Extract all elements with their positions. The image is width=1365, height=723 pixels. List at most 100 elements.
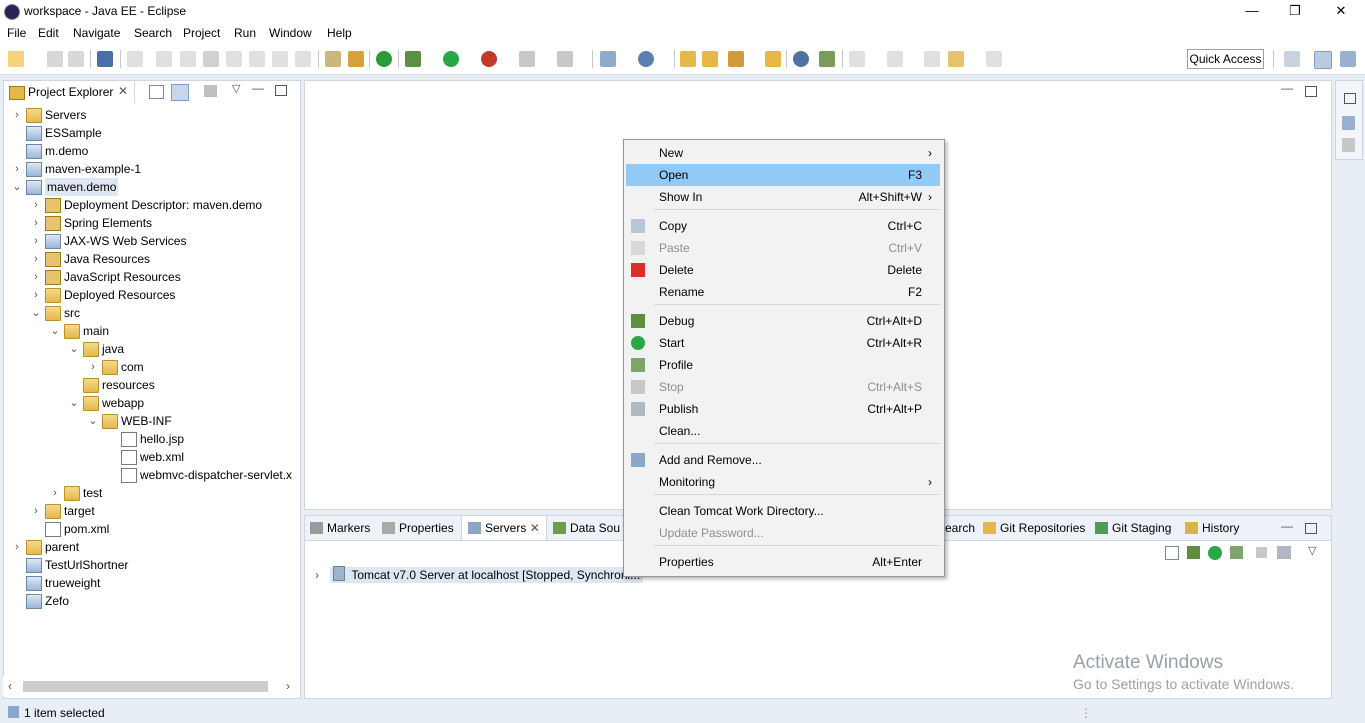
step-into-icon[interactable] xyxy=(249,51,265,67)
view-menu-icon[interactable]: ▽ xyxy=(1308,544,1316,557)
globe-icon[interactable] xyxy=(793,51,809,67)
expand-arrow-icon[interactable]: › xyxy=(12,160,22,178)
collapse-arrow-icon[interactable]: ⌄ xyxy=(69,394,79,412)
collapse-arrow-icon[interactable]: ⌄ xyxy=(31,304,41,322)
expand-arrow-icon[interactable]: › xyxy=(31,502,41,520)
open-type-icon[interactable] xyxy=(680,51,696,67)
menu-search[interactable]: Search xyxy=(134,26,172,40)
terminate-icon[interactable] xyxy=(203,51,219,67)
tree-item[interactable]: ESSample xyxy=(4,124,300,142)
use-step-filters-icon[interactable] xyxy=(348,51,364,67)
restore-icon[interactable] xyxy=(1344,93,1356,104)
last-edit-icon[interactable] xyxy=(924,51,940,67)
publish-server-icon[interactable] xyxy=(1277,546,1291,559)
restore-button[interactable]: ❐ xyxy=(1281,2,1309,20)
menu-navigate[interactable]: Navigate xyxy=(73,26,120,40)
save-all-icon[interactable] xyxy=(68,51,84,67)
tree-item[interactable]: › test xyxy=(4,484,300,502)
next-annotation-icon[interactable] xyxy=(849,51,865,67)
quick-access-input[interactable]: Quick Access xyxy=(1187,49,1264,69)
tree-item[interactable]: › Java Resources xyxy=(4,250,300,268)
task-list-icon[interactable] xyxy=(1342,138,1355,152)
menu-edit[interactable]: Edit xyxy=(38,26,59,40)
menu-item-publish[interactable]: Publish Ctrl+Alt+P xyxy=(626,398,940,420)
collapse-all-icon[interactable] xyxy=(149,85,164,99)
tab-history[interactable]: History xyxy=(1185,521,1239,535)
debug-server-icon[interactable] xyxy=(1187,546,1200,559)
new-java-class-icon[interactable] xyxy=(638,51,654,67)
scrollbar-thumb[interactable] xyxy=(23,681,268,692)
collapse-all-icon[interactable] xyxy=(1165,546,1179,560)
close-view-icon[interactable]: ✕ xyxy=(118,84,128,98)
menu-item-show-in[interactable]: Show In Alt+Shift+W › xyxy=(626,186,940,208)
minimize-panel-icon[interactable]: — xyxy=(1281,519,1293,533)
previous-annotation-icon[interactable] xyxy=(887,51,903,67)
filter-icon[interactable] xyxy=(204,85,217,97)
menu-item-rename[interactable]: Rename F2 xyxy=(626,281,940,303)
close-button[interactable]: ✕ xyxy=(1327,2,1355,20)
outline-icon[interactable] xyxy=(1342,116,1355,130)
expand-arrow-icon[interactable]: › xyxy=(31,214,41,232)
tree-item[interactable]: ⌄ main xyxy=(4,322,300,340)
back-icon[interactable] xyxy=(948,51,964,67)
menu-file[interactable]: File xyxy=(7,26,26,40)
horizontal-scrollbar[interactable]: ‹ › xyxy=(3,676,299,696)
tree-item[interactable]: ⌄ webapp xyxy=(4,394,300,412)
collapse-arrow-icon[interactable]: ⌄ xyxy=(50,322,60,340)
minimize-editor-icon[interactable]: — xyxy=(1281,81,1293,95)
menu-run[interactable]: Run xyxy=(234,26,256,40)
tree-item[interactable]: › Deployed Resources xyxy=(4,286,300,304)
tree-item[interactable]: › parent xyxy=(4,538,300,556)
server-tree-row[interactable]: › Tomcat v7.0 Server at localhost [Stopp… xyxy=(315,566,644,583)
java-perspective-icon[interactable] xyxy=(1340,51,1356,67)
search-icon[interactable] xyxy=(728,51,744,67)
expand-arrow-icon[interactable]: › xyxy=(31,286,41,304)
tab-servers[interactable]: Servers ✕ xyxy=(461,516,547,540)
menu-item-new[interactable]: New › xyxy=(626,142,940,164)
menu-item-clean-tomcat-work-directory[interactable]: Clean Tomcat Work Directory... xyxy=(626,500,940,522)
stop-icon[interactable] xyxy=(519,51,535,67)
expand-arrow-icon[interactable]: › xyxy=(31,232,41,250)
tab-markers[interactable]: Markers xyxy=(310,521,370,535)
maximize-panel-icon[interactable] xyxy=(1305,523,1317,534)
view-menu-icon[interactable]: ▽ xyxy=(232,82,240,95)
project-explorer-tab[interactable]: Project Explorer ✕ xyxy=(4,81,135,103)
disconnect-icon[interactable] xyxy=(226,51,242,67)
tree-item[interactable]: webmvc-dispatcher-servlet.x xyxy=(4,466,300,484)
tree-item[interactable]: › Servers xyxy=(4,106,300,124)
menu-item-clean[interactable]: Clean... xyxy=(626,420,940,442)
debug-icon[interactable] xyxy=(405,51,421,67)
expand-arrow-icon[interactable]: › xyxy=(50,484,60,502)
build-icon[interactable] xyxy=(819,51,835,67)
tab-data-source[interactable]: Data Sou xyxy=(553,521,620,535)
menu-help[interactable]: Help xyxy=(327,26,352,40)
scroll-right-icon[interactable]: › xyxy=(286,679,290,693)
start-server-icon[interactable] xyxy=(1208,546,1222,560)
skip-icon[interactable] xyxy=(156,51,172,67)
tree-item[interactable]: › Spring Elements xyxy=(4,214,300,232)
tree-item[interactable]: trueweight xyxy=(4,574,300,592)
menu-item-properties[interactable]: Properties Alt+Enter xyxy=(626,551,940,573)
step-return-icon[interactable] xyxy=(295,51,311,67)
new-icon[interactable] xyxy=(8,51,24,67)
tree-item[interactable]: pom.xml xyxy=(4,520,300,538)
tree-item[interactable]: › JavaScript Resources xyxy=(4,268,300,286)
resume-icon[interactable] xyxy=(127,51,143,67)
menu-item-add-and-remove[interactable]: Add and Remove... xyxy=(626,449,940,471)
tree-item[interactable]: › Deployment Descriptor: maven.demo xyxy=(4,196,300,214)
scroll-left-icon[interactable]: ‹ xyxy=(8,679,12,693)
tree-item[interactable]: ⌄ maven.demo xyxy=(4,178,300,196)
tree-item[interactable]: web.xml xyxy=(4,448,300,466)
tree-item[interactable]: resources xyxy=(4,376,300,394)
tree-item[interactable]: ⌄ java xyxy=(4,340,300,358)
maximize-editor-icon[interactable] xyxy=(1305,86,1317,97)
menu-item-open[interactable]: Open F3 xyxy=(626,164,940,186)
menu-item-debug[interactable]: Debug Ctrl+Alt+D xyxy=(626,310,940,332)
step-over-icon[interactable] xyxy=(272,51,288,67)
expand-icon[interactable]: › xyxy=(315,568,319,582)
new-server-icon[interactable] xyxy=(600,51,616,67)
menu-item-profile[interactable]: Profile xyxy=(626,354,940,376)
tree-item[interactable]: ⌄ src xyxy=(4,304,300,322)
collapse-arrow-icon[interactable]: ⌄ xyxy=(69,340,79,358)
menu-project[interactable]: Project xyxy=(183,26,220,40)
